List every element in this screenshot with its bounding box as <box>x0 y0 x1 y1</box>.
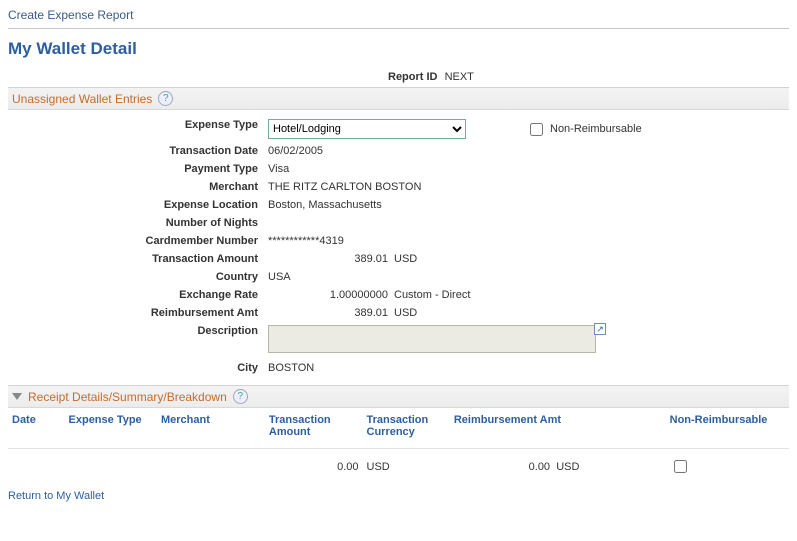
col-expense-type[interactable]: Expense Type <box>65 408 157 449</box>
value-transaction-date: 06/02/2005 <box>268 145 323 157</box>
unassigned-wallet-bar: Unassigned Wallet Entries ? <box>8 87 789 110</box>
cell-merchant <box>157 449 265 485</box>
receipt-details-title: Receipt Details/Summary/Breakdown <box>28 390 227 404</box>
label-merchant: Merchant <box>8 181 268 193</box>
col-txn-currency[interactable]: Transaction Currency <box>363 408 450 449</box>
expense-type-select[interactable]: Hotel/Lodging <box>268 119 466 139</box>
help-icon[interactable]: ? <box>158 91 173 106</box>
label-transaction-date: Transaction Date <box>8 145 268 157</box>
help-icon[interactable]: ? <box>233 389 248 404</box>
unassigned-wallet-title: Unassigned Wallet Entries <box>12 92 152 106</box>
value-expense-location: Boston, Massachusetts <box>268 199 382 211</box>
return-to-wallet-link[interactable]: Return to My Wallet <box>8 484 104 508</box>
receipt-grid: Date Expense Type Merchant Transaction A… <box>8 408 789 484</box>
value-cardmember-number: ************4319 <box>268 235 344 247</box>
report-id-row: Report ID NEXT <box>8 67 789 87</box>
label-country: Country <box>8 271 268 283</box>
value-exchange-rate: 1.00000000 <box>268 289 388 301</box>
collapse-toggle-icon[interactable] <box>12 393 22 400</box>
non-reimbursable-field[interactable]: Non-Reimbursable <box>526 120 642 139</box>
label-expense-location: Expense Location <box>8 199 268 211</box>
report-id-label: Report ID <box>388 71 438 83</box>
col-reimb-amt[interactable]: Reimbursement Amt <box>450 408 584 449</box>
label-exchange-rate: Exchange Rate <box>8 289 268 301</box>
row-non-reimbursable-checkbox[interactable] <box>674 460 687 473</box>
label-cardmember-number: Cardmember Number <box>8 235 268 247</box>
col-date[interactable]: Date <box>8 408 65 449</box>
label-number-of-nights: Number of Nights <box>8 217 268 229</box>
label-city: City <box>8 362 268 374</box>
cell-expense-type <box>65 449 157 485</box>
page-title: Create Expense Report <box>8 6 789 29</box>
cell-reimb-amt: 0.00 <box>529 461 550 473</box>
table-row: 0.00 USD 0.00 USD <box>8 449 789 485</box>
value-transaction-amount: 389.01 <box>268 253 388 265</box>
cell-txn-amount: 0.00 <box>337 461 358 473</box>
report-id-value: NEXT <box>445 71 474 83</box>
label-reimbursement-amt: Reimbursement Amt <box>8 307 268 319</box>
label-expense-type: Expense Type <box>8 119 268 131</box>
col-merchant[interactable]: Merchant <box>157 408 265 449</box>
non-reimbursable-label: Non-Reimbursable <box>550 123 642 135</box>
receipt-details-bar[interactable]: Receipt Details/Summary/Breakdown ? <box>8 385 789 408</box>
label-payment-type: Payment Type <box>8 163 268 175</box>
popout-icon[interactable]: ↗ <box>594 323 606 335</box>
col-non-reimb[interactable]: Non-Reimbursable <box>666 408 789 449</box>
cell-reimb-currency: USD <box>556 461 579 473</box>
value-transaction-currency: USD <box>388 253 417 265</box>
non-reimbursable-checkbox[interactable] <box>530 123 543 136</box>
label-transaction-amount: Transaction Amount <box>8 253 268 265</box>
value-country: USA <box>268 271 291 283</box>
cell-txn-currency: USD <box>367 461 390 473</box>
value-payment-type: Visa <box>268 163 289 175</box>
section-heading: My Wallet Detail <box>8 29 789 67</box>
value-reimbursement-amt: 389.01 <box>268 307 388 319</box>
form-area: Expense Type Hotel/Lodging Non-Reimbursa… <box>8 110 789 385</box>
value-reimbursement-currency: USD <box>388 307 417 319</box>
cell-date <box>8 449 65 485</box>
label-description: Description <box>8 325 268 337</box>
value-exchange-rate-note: Custom - Direct <box>388 289 470 301</box>
value-merchant: THE RITZ CARLTON BOSTON <box>268 181 421 193</box>
value-city: BOSTON <box>268 362 314 374</box>
col-txn-amount[interactable]: Transaction Amount <box>265 408 363 449</box>
description-input[interactable] <box>268 325 596 353</box>
